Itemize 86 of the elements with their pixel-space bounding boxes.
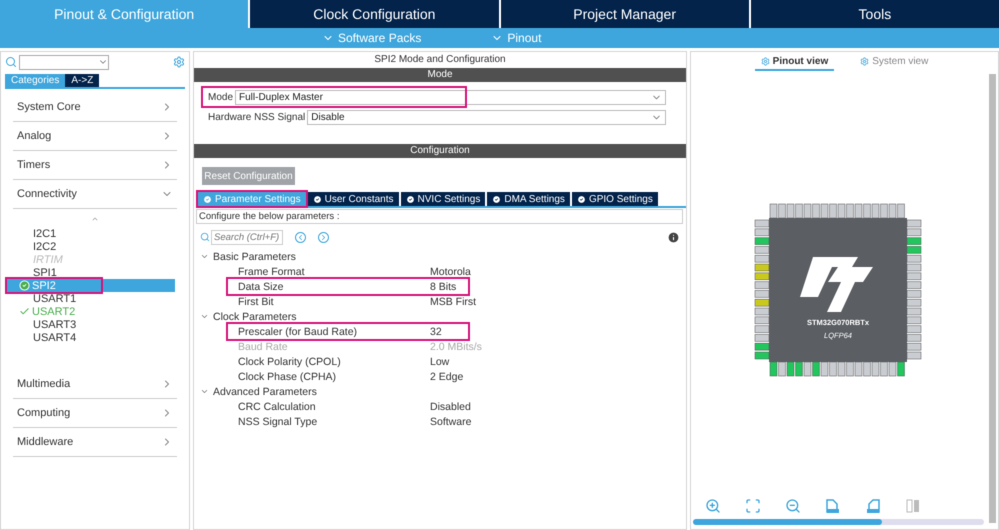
parameter-name: CRC Calculation <box>238 400 317 412</box>
category-item[interactable]: Timers <box>13 151 177 180</box>
parameter-group[interactable]: Clock Parameters <box>194 309 686 324</box>
view-tab[interactable]: System view <box>854 56 934 71</box>
settings-tab[interactable]: NVIC Settings <box>400 192 486 206</box>
peripheral-item[interactable]: USART1 <box>5 292 175 305</box>
parameter-group[interactable]: Basic Parameters <box>194 249 686 264</box>
category-item[interactable]: Multimedia <box>13 370 177 399</box>
parameter-name: Clock Polarity (CPOL) <box>238 356 342 368</box>
chevron-down-icon <box>200 252 209 261</box>
zoom-out-icon[interactable] <box>785 498 801 514</box>
parameter-name: Baud Rate <box>238 340 289 352</box>
main-tab[interactable]: Tools <box>750 0 999 28</box>
category-item[interactable]: Analog <box>13 122 177 151</box>
parameter-name: NSS Signal Type <box>238 416 318 428</box>
chevron-down-icon <box>200 387 209 396</box>
parameter-row[interactable]: First Bit MSB First <box>228 294 480 309</box>
check-circle-icon <box>19 280 30 291</box>
parameter-row[interactable]: Clock Polarity (CPOL) Low <box>228 354 468 369</box>
parameter-name: Clock Phase (CPHA) <box>238 370 338 382</box>
hint-text: Configure the below parameters : <box>196 209 683 224</box>
check-circle-icon <box>312 194 322 204</box>
horizontal-scroll-bar[interactable] <box>693 519 984 525</box>
parameter-row[interactable]: Frame Format Motorola <box>228 264 475 279</box>
fit-screen-icon[interactable] <box>745 498 761 514</box>
parameter-name: Prescaler (for Baud Rate) <box>238 326 358 338</box>
zoom-in-icon[interactable] <box>705 498 721 514</box>
check-circle-icon <box>492 194 502 204</box>
parameter-row[interactable]: NSS Signal Type Software <box>228 414 476 429</box>
category-item[interactable]: Connectivity <box>13 180 177 209</box>
parameter-row[interactable]: Data Size 8 Bits <box>228 279 468 294</box>
settings-tab[interactable]: GPIO Settings <box>572 192 658 206</box>
parameter-row[interactable]: Prescaler (for Baud Rate) 32 <box>228 324 468 339</box>
check-icon <box>19 306 30 317</box>
search-icon <box>200 232 210 242</box>
section-header: Configuration <box>194 144 686 158</box>
field-label: Mode <box>208 92 234 102</box>
dropdown-field[interactable]: Disable <box>307 110 666 124</box>
peripheral-item[interactable]: USART3 <box>5 318 175 331</box>
parameter-value[interactable]: MSB First <box>430 296 476 308</box>
peripheral-item[interactable]: SPI1 <box>5 266 175 279</box>
parameter-value[interactable]: Low <box>430 356 450 368</box>
parameter-row[interactable]: Clock Phase (CPHA) 2 Edge <box>228 369 468 384</box>
view-tab[interactable]: Pinout view <box>754 56 834 71</box>
main-tab[interactable]: Clock Configuration <box>250 0 498 28</box>
parameter-value[interactable]: 2 Edge <box>430 370 464 382</box>
parameter-value[interactable]: Disabled <box>430 400 471 412</box>
parameter-name: Data Size <box>238 280 285 292</box>
main-tab[interactable]: Project Manager <box>500 0 749 28</box>
search-icon[interactable] <box>5 56 17 68</box>
dropdown-field[interactable]: Full-Duplex Master <box>235 90 666 104</box>
settings-icon[interactable] <box>173 56 185 68</box>
check-circle-icon <box>203 194 212 204</box>
next-icon[interactable] <box>318 232 329 242</box>
peripheral-item[interactable]: I2C1 <box>5 227 175 240</box>
settings-tab[interactable]: DMA Settings <box>487 192 570 206</box>
category-item[interactable]: Middleware <box>13 428 177 457</box>
previous-icon[interactable] <box>295 232 306 242</box>
parameter-value[interactable]: Motorola <box>430 266 471 278</box>
search-field[interactable]: Search (Ctrl+F) <box>211 230 283 244</box>
scroll-bar[interactable] <box>989 74 996 523</box>
split-view-icon[interactable] <box>905 498 921 514</box>
info-icon[interactable] <box>667 230 680 244</box>
peripheral-item[interactable]: USART4 <box>5 331 175 344</box>
parameter-group[interactable]: Advanced Parameters <box>194 384 686 399</box>
check-circle-icon <box>576 194 586 204</box>
peripheral-item[interactable]: I2C2 <box>5 240 175 253</box>
category-item[interactable]: Computing <box>13 399 177 428</box>
view-icon <box>760 57 770 66</box>
settings-tab[interactable]: User Constants <box>308 192 399 206</box>
parameter-name: Frame Format <box>238 266 306 278</box>
parameter-value[interactable]: 8 Bits <box>430 280 456 292</box>
view-icon <box>860 57 870 66</box>
field-label: Hardware NSS Signal <box>208 112 306 122</box>
view-tab[interactable]: A->Z <box>65 74 100 87</box>
parameter-value[interactable]: 32 <box>430 326 442 338</box>
parameter-value[interactable]: Software <box>430 416 472 428</box>
parameter-row[interactable]: CRC Calculation Disabled <box>228 399 475 414</box>
category-item[interactable]: System Core <box>13 93 177 122</box>
sort-icon[interactable] <box>91 215 99 223</box>
section-header: Mode <box>194 68 686 82</box>
chevron-down-icon <box>200 312 209 321</box>
check-circle-icon <box>406 194 415 204</box>
parameter-name: First Bit <box>238 296 275 308</box>
search-combo-field[interactable] <box>19 54 109 70</box>
panel-title: SPI2 Mode and Configuration <box>373 53 507 67</box>
